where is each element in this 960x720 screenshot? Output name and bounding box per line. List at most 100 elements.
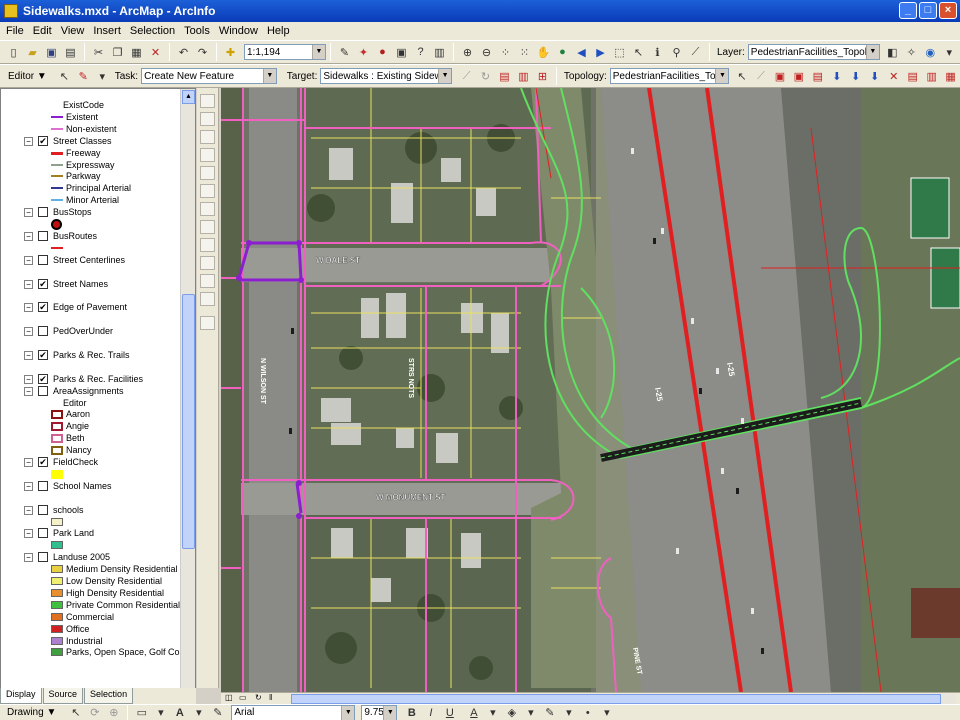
layer-visibility-checkbox[interactable]: ✔ <box>38 457 48 467</box>
tool-icon[interactable] <box>200 130 215 144</box>
copy-icon[interactable]: ❐ <box>109 44 126 61</box>
command-line-icon[interactable]: ▣ <box>393 44 410 61</box>
layer-name[interactable]: Edge of Pavement <box>53 302 127 312</box>
topology-tool4-icon[interactable]: ▥ <box>923 68 940 85</box>
layer-visibility-checkbox[interactable] <box>38 326 48 336</box>
layer-visibility-checkbox[interactable] <box>38 552 48 562</box>
layer-name[interactable]: PedOverUnder <box>53 326 113 336</box>
fill-color-icon[interactable]: ◈ <box>503 704 520 720</box>
menu-insert[interactable]: Insert <box>93 25 121 37</box>
layer-visibility-checkbox[interactable]: ✔ <box>38 279 48 289</box>
layer-visibility-checkbox[interactable]: ✔ <box>38 350 48 360</box>
expand-toggle-icon[interactable]: − <box>24 528 33 538</box>
sketch-dropdown-icon[interactable]: ▾ <box>94 68 111 85</box>
edit-vertices-icon[interactable]: ✎ <box>209 704 226 720</box>
expand-toggle-icon[interactable]: − <box>24 350 33 360</box>
layer-visibility-checkbox[interactable] <box>38 505 48 515</box>
layer-visibility-checkbox[interactable] <box>38 528 48 538</box>
text-dropdown-icon[interactable]: ▾ <box>190 704 207 720</box>
italic-button[interactable]: I <box>422 704 439 720</box>
redo-icon[interactable]: ↷ <box>194 44 211 61</box>
line-color-icon[interactable]: ✎ <box>541 704 558 720</box>
tool-icon[interactable] <box>200 94 215 108</box>
toolbar-options-icon[interactable]: ▾ <box>941 44 958 61</box>
map-scale-combo[interactable]: 1:1,194 ▼ <box>244 44 326 60</box>
drawing-menu[interactable]: Drawing ▼ <box>7 707 56 718</box>
cut-icon[interactable]: ✂ <box>90 44 107 61</box>
find-icon[interactable]: ⚲ <box>668 44 685 61</box>
forward-extent-icon[interactable]: ▶ <box>592 44 609 61</box>
tool-icon[interactable] <box>200 184 215 198</box>
rectangle-icon[interactable]: ▭ <box>133 704 150 720</box>
expand-toggle-icon[interactable]: − <box>24 386 33 396</box>
measure-icon[interactable]: ⟋ <box>687 44 704 61</box>
layer-name[interactable]: Street Centerlines <box>53 255 125 265</box>
menu-window[interactable]: Window <box>219 25 258 37</box>
expand-toggle-icon[interactable]: − <box>24 302 33 312</box>
back-extent-icon[interactable]: ◀ <box>573 44 590 61</box>
fixed-zoom-out-icon[interactable]: ⁙ <box>516 44 533 61</box>
attributes-icon[interactable]: ▤ <box>496 68 513 85</box>
menu-help[interactable]: Help <box>267 25 290 37</box>
select-elements-icon[interactable]: ↖ <box>67 704 84 720</box>
editor-menu[interactable]: Editor ▼ <box>8 71 47 82</box>
layer-tool2-icon[interactable]: ✧ <box>903 44 920 61</box>
delete-icon[interactable]: ✕ <box>147 44 164 61</box>
tool-icon[interactable] <box>200 256 215 270</box>
bold-button[interactable]: B <box>403 704 420 720</box>
layer-visibility-checkbox[interactable] <box>38 231 48 241</box>
task-combo[interactable]: Create New Feature ▼ <box>141 68 277 84</box>
open-folder-icon[interactable]: ▰ <box>24 44 41 61</box>
minimize-button[interactable]: _ <box>899 2 917 19</box>
topology-tool2-icon[interactable]: ✕ <box>885 68 902 85</box>
zoom-in-icon[interactable]: ⊕ <box>459 44 476 61</box>
layer-name[interactable]: Parks & Rec. Facilities <box>53 374 143 384</box>
layer-name[interactable]: Landuse 2005 <box>53 552 110 562</box>
tab-display[interactable]: Display <box>0 688 42 704</box>
validate-extent-icon[interactable]: ▣ <box>771 68 788 85</box>
layer-visibility-checkbox[interactable]: ✔ <box>38 302 48 312</box>
topology-tool-icon[interactable]: ⬇ <box>866 68 883 85</box>
fill-color-dropdown-icon[interactable]: ▾ <box>522 704 539 720</box>
fixed-zoom-in-icon[interactable]: ⁘ <box>497 44 514 61</box>
fix-error-icon[interactable]: ⬇ <box>828 68 845 85</box>
select-features-icon[interactable]: ⬚ <box>611 44 628 61</box>
save-icon[interactable]: ▣ <box>43 44 60 61</box>
tool-icon[interactable] <box>200 220 215 234</box>
whats-this-icon[interactable]: ? <box>412 44 429 61</box>
font-combo[interactable]: Arial ▼ <box>231 704 356 720</box>
editor-toolbar-icon[interactable]: ✎ <box>336 44 353 61</box>
validate-visible-icon[interactable]: ▣ <box>790 68 807 85</box>
data-view-icon[interactable]: ◫ <box>225 693 233 702</box>
expand-toggle-icon[interactable]: − <box>24 457 33 467</box>
layer-name[interactable]: schools <box>53 505 84 515</box>
tool-icon[interactable] <box>200 292 215 306</box>
underline-button[interactable]: U <box>441 704 458 720</box>
tool-icon[interactable] <box>200 316 215 330</box>
marker-color-dropdown-icon[interactable]: ▾ <box>598 704 615 720</box>
full-extent-icon[interactable]: ● <box>554 44 571 61</box>
topology-edit-icon[interactable]: ⊞ <box>534 68 551 85</box>
map-horizontal-scrollbar[interactable] <box>291 694 956 704</box>
layout-view-icon[interactable]: ▭ <box>239 693 247 702</box>
tab-selection[interactable]: Selection <box>84 688 134 704</box>
expand-toggle-icon[interactable]: − <box>24 255 33 265</box>
map-display[interactable]: W DALE ST W MONUMENT ST I-25 I-25 PINE S… <box>221 88 960 692</box>
scroll-thumb[interactable] <box>182 294 195 549</box>
sketch-properties-icon[interactable]: ▥ <box>515 68 532 85</box>
identify-icon[interactable]: ℹ <box>649 44 666 61</box>
text-icon[interactable]: A <box>171 704 188 720</box>
edit-tool-icon[interactable]: ↖ <box>56 68 73 85</box>
topology-combo[interactable]: PedestrianFacilities_Topology ▼ <box>609 68 730 84</box>
model-builder-icon[interactable]: ▥ <box>431 44 448 61</box>
maximize-button[interactable]: □ <box>919 2 937 19</box>
error-inspector-icon[interactable]: ⬇ <box>847 68 864 85</box>
expand-toggle-icon[interactable]: − <box>24 326 33 336</box>
pan-icon[interactable]: ✋ <box>535 44 552 61</box>
layer-visibility-checkbox[interactable]: ✔ <box>38 136 48 146</box>
zoom-out-icon[interactable]: ⊖ <box>478 44 495 61</box>
arctoolbox-icon[interactable]: ✦ <box>355 44 372 61</box>
show-shared-features-icon[interactable]: ⟋ <box>752 68 769 85</box>
undo-icon[interactable]: ↶ <box>175 44 192 61</box>
scroll-up-icon[interactable]: ▲ <box>182 90 195 104</box>
